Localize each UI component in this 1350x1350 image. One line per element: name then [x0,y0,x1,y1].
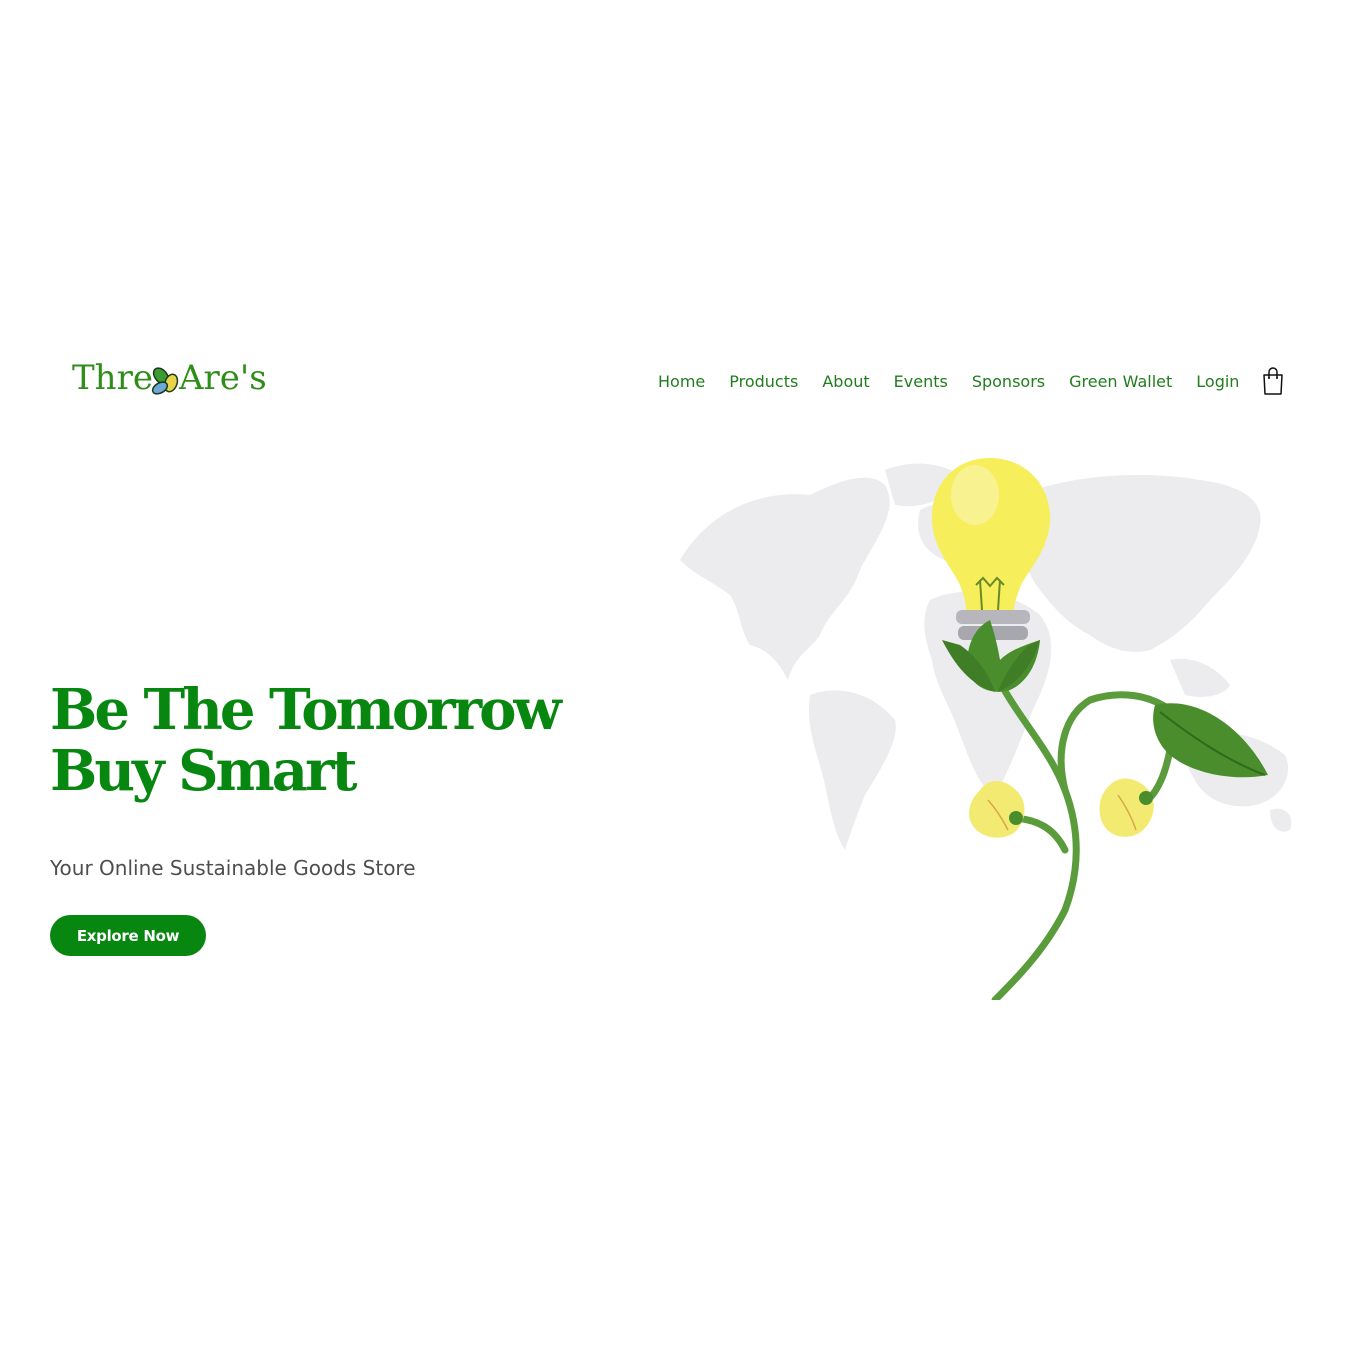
shopping-bag-icon[interactable] [1261,366,1285,396]
nav-green-wallet[interactable]: Green Wallet [1069,372,1172,391]
page: Thre Are's Home Products About Events Sp… [0,0,1350,1350]
explore-now-button[interactable]: Explore Now [50,915,206,956]
nav-login[interactable]: Login [1196,372,1239,391]
nav-home[interactable]: Home [658,372,705,391]
logo-text-left: Thre [72,358,153,398]
lightbulb-plant-world-map-icon [680,458,1292,1000]
nav-products[interactable]: Products [729,372,798,391]
hero-subtitle: Your Online Sustainable Goods Store [50,856,416,880]
nav-sponsors[interactable]: Sponsors [972,372,1045,391]
logo-text-right: Are's [178,358,267,398]
hero-title: Be The Tomorrow Buy Smart [50,677,562,804]
hero-title-line1: Be The Tomorrow [50,677,562,743]
flower-left [969,780,1025,838]
main-nav: Home Products About Events Sponsors Gree… [658,366,1285,396]
hero-title-line2: Buy Smart [50,738,357,804]
nav-about[interactable]: About [822,372,869,391]
brand-logo[interactable]: Thre Are's [72,356,267,400]
nav-events[interactable]: Events [894,372,948,391]
recycle-leaves-icon [151,367,179,395]
flower-right [1099,778,1154,837]
